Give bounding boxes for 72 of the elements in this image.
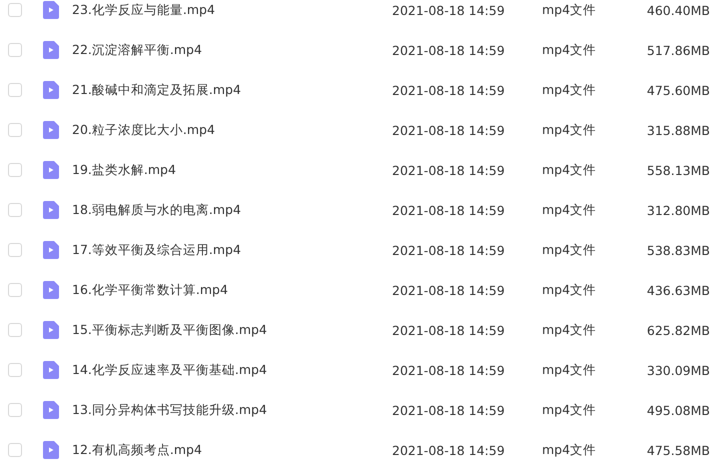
modified-date: 2021-08-18 14:59	[392, 362, 506, 378]
video-file-icon	[43, 361, 59, 379]
video-file-icon	[43, 161, 59, 179]
file-type: mp4文件	[542, 322, 598, 338]
file-size: 330.09MB	[646, 362, 710, 378]
file-name[interactable]: 21.酸碱中和滴定及拓展.mp4	[72, 82, 392, 98]
modified-date: 2021-08-18 14:59	[392, 42, 506, 58]
file-name[interactable]: 13.同分异构体书写技能升级.mp4	[72, 402, 392, 418]
modified-date: 2021-08-18 14:59	[392, 162, 506, 178]
file-type: mp4文件	[542, 402, 598, 418]
file-size: 312.80MB	[646, 202, 710, 218]
file-type: mp4文件	[542, 122, 598, 138]
file-name[interactable]: 15.平衡标志判断及平衡图像.mp4	[72, 322, 392, 338]
checkbox[interactable]	[8, 83, 22, 97]
modified-date: 2021-08-18 14:59	[392, 122, 506, 138]
file-name[interactable]: 20.粒子浓度比大小.mp4	[72, 122, 392, 138]
file-name[interactable]: 17.等效平衡及综合运用.mp4	[72, 242, 392, 258]
video-file-icon	[43, 41, 59, 59]
video-file-icon	[43, 281, 59, 299]
file-size: 495.08MB	[646, 402, 710, 418]
file-type: mp4文件	[542, 442, 598, 458]
checkbox[interactable]	[8, 203, 22, 217]
file-size: 475.58MB	[646, 442, 710, 458]
modified-date: 2021-08-18 14:59	[392, 282, 506, 298]
file-name[interactable]: 22.沉淀溶解平衡.mp4	[72, 42, 392, 58]
file-name[interactable]: 18.弱电解质与水的电离.mp4	[72, 202, 392, 218]
modified-date: 2021-08-18 14:59	[392, 2, 506, 18]
modified-date: 2021-08-18 14:59	[392, 82, 506, 98]
checkbox[interactable]	[8, 403, 22, 417]
video-file-icon	[43, 121, 59, 139]
checkbox[interactable]	[8, 43, 22, 57]
file-type: mp4文件	[542, 42, 598, 58]
file-type: mp4文件	[542, 282, 598, 298]
file-size: 625.82MB	[646, 322, 710, 338]
checkbox[interactable]	[8, 323, 22, 337]
file-name[interactable]: 16.化学平衡常数计算.mp4	[72, 282, 392, 298]
checkbox[interactable]	[8, 363, 22, 377]
file-type: mp4文件	[542, 202, 598, 218]
video-file-icon	[43, 81, 59, 99]
file-size: 436.63MB	[646, 282, 710, 298]
file-type: mp4文件	[542, 2, 598, 18]
file-name[interactable]: 14.化学反应速率及平衡基础.mp4	[72, 362, 392, 378]
file-size: 475.60MB	[646, 82, 710, 98]
video-file-icon	[43, 321, 59, 339]
modified-date: 2021-08-18 14:59	[392, 442, 506, 458]
checkbox[interactable]	[8, 283, 22, 297]
file-size: 460.40MB	[646, 2, 710, 18]
file-size: 538.83MB	[646, 242, 710, 258]
file-type: mp4文件	[542, 82, 598, 98]
file-type: mp4文件	[542, 362, 598, 378]
video-file-icon	[43, 241, 59, 259]
checkbox[interactable]	[8, 123, 22, 137]
checkbox[interactable]	[8, 163, 22, 177]
modified-date: 2021-08-18 14:59	[392, 322, 506, 338]
checkbox[interactable]	[8, 443, 22, 457]
video-file-icon	[43, 401, 59, 419]
modified-date: 2021-08-18 14:59	[392, 242, 506, 258]
checkbox[interactable]	[8, 3, 22, 17]
modified-date: 2021-08-18 14:59	[392, 202, 506, 218]
file-type: mp4文件	[542, 162, 598, 178]
file-size: 517.86MB	[646, 42, 710, 58]
video-file-icon	[43, 441, 59, 459]
file-size: 315.88MB	[646, 122, 710, 138]
file-name[interactable]: 12.有机高频考点.mp4	[72, 442, 392, 458]
video-file-icon	[43, 201, 59, 219]
modified-date: 2021-08-18 14:59	[392, 402, 506, 418]
file-name[interactable]: 19.盐类水解.mp4	[72, 162, 392, 178]
file-name[interactable]: 23.化学反应与能量.mp4	[72, 2, 392, 18]
file-type: mp4文件	[542, 242, 598, 258]
file-size: 558.13MB	[646, 162, 710, 178]
video-file-icon	[43, 1, 59, 19]
checkbox[interactable]	[8, 243, 22, 257]
